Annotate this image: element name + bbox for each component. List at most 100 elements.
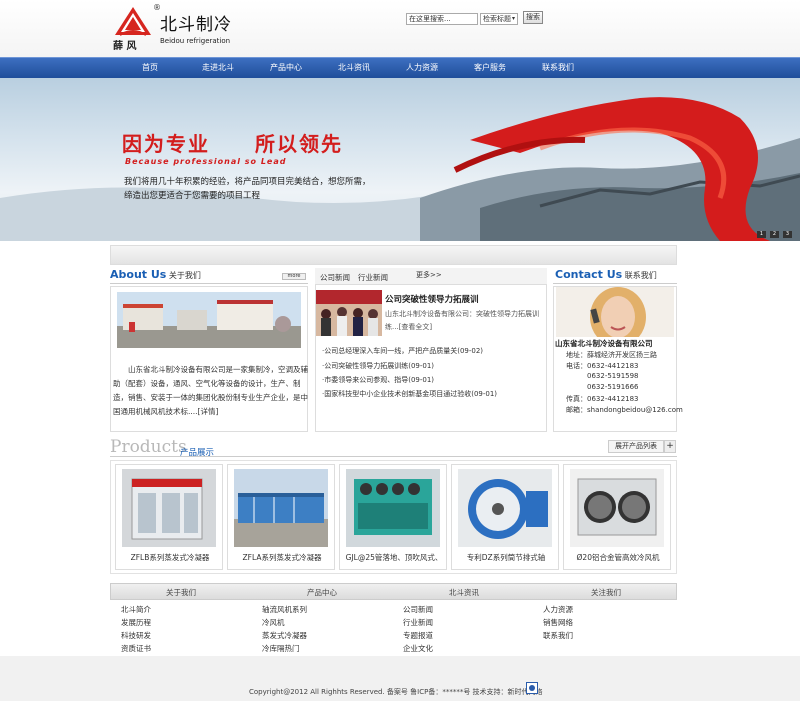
contact-photo bbox=[556, 287, 674, 337]
about-title-cn: 关于我们 bbox=[168, 271, 201, 280]
product-caption: ZFLB系列蒸发式冷凝器 bbox=[130, 553, 210, 562]
product-card[interactable]: ZFLA系列蒸发式冷凝器 bbox=[227, 464, 335, 570]
nav-item-home[interactable]: 首页 bbox=[120, 58, 180, 78]
banner-pager-1[interactable]: 1 bbox=[757, 231, 766, 238]
product-card[interactable]: Ø20铝合金管高效冷风机 bbox=[563, 464, 671, 570]
footer-link[interactable]: 北斗简介 bbox=[121, 604, 151, 615]
plus-icon[interactable]: + bbox=[664, 440, 676, 453]
products-title-en: Products bbox=[110, 437, 187, 457]
contact-title-en: Contact Us bbox=[555, 268, 623, 281]
product-card[interactable]: ZFLB系列蒸发式冷凝器 bbox=[115, 464, 223, 570]
product-image bbox=[346, 469, 440, 547]
search-select-value: 检索标题 bbox=[483, 15, 511, 23]
contact-label: 传真： bbox=[566, 395, 587, 403]
footer-link[interactable]: 冷风机 bbox=[262, 617, 285, 628]
footer-link[interactable]: 资质证书 bbox=[121, 643, 151, 654]
footer-head-about[interactable]: 关于我们 bbox=[111, 587, 251, 598]
police-badge-icon[interactable] bbox=[526, 682, 538, 694]
banner-desc-line2: 缔造出您更适合于您需要的项目工程 bbox=[124, 191, 261, 201]
product-card[interactable]: GJL@25管落地、顶吹风式、 bbox=[339, 464, 447, 570]
product-caption: Ø20铝合金管高效冷风机 bbox=[576, 553, 660, 562]
contact-label: 电话： bbox=[566, 362, 587, 370]
footer-link[interactable]: 人力资源 bbox=[543, 604, 573, 615]
notice-strip bbox=[110, 245, 677, 265]
news-more-link[interactable]: 更多>> bbox=[416, 270, 442, 280]
nav-item-about[interactable]: 走进北斗 bbox=[188, 58, 248, 78]
banner-slogan-a: 因为专业 bbox=[122, 132, 210, 156]
news-headline[interactable]: 公司突破性领导力拓展训 bbox=[385, 293, 479, 305]
footer-head-products[interactable]: 产品中心 bbox=[252, 587, 392, 598]
nav-item-hr[interactable]: 人力资源 bbox=[392, 58, 452, 78]
search-input[interactable] bbox=[406, 13, 478, 25]
footer-link[interactable]: 轴流风机系列 bbox=[262, 604, 307, 615]
contact-value: shandongbeidou@126.com bbox=[587, 406, 683, 414]
hero-banner: 因为专业 所以领先 Because professional so Lead 我… bbox=[0, 78, 800, 241]
divider bbox=[553, 283, 677, 284]
contact-row-phone: 电话：0632-4412183 bbox=[566, 361, 639, 371]
news-item[interactable]: ·公司总经理深入车间一线，严把产品质量关(09-02) bbox=[322, 346, 483, 356]
news-item-date: (09-01) bbox=[471, 390, 498, 398]
copyright-text: Copyright@2012 All Righhts Reserved. 备案号… bbox=[249, 688, 543, 696]
footer-link[interactable]: 发展历程 bbox=[121, 617, 151, 628]
contact-row-phone3: 0632-5191666 bbox=[587, 383, 639, 391]
contact-label: 邮箱： bbox=[566, 406, 587, 414]
chevron-down-icon: ▾ bbox=[511, 15, 515, 22]
banner-desc-line1: 我们将用几十年积累的经验，将产品同项目完美结合，想您所需， bbox=[124, 177, 371, 187]
product-caption: 专利DZ系列筒节排式轴 bbox=[466, 553, 546, 562]
news-headline-photo[interactable] bbox=[316, 290, 382, 336]
about-more-button[interactable]: more bbox=[282, 273, 306, 280]
product-image bbox=[570, 469, 664, 547]
footer-link[interactable]: 蒸发式冷凝器 bbox=[262, 630, 307, 641]
main-nav: 首页 走进北斗 产品中心 北斗资讯 人力资源 客户服务 联系我们 bbox=[0, 57, 800, 78]
product-image bbox=[122, 469, 216, 547]
news-item-date: (09-01) bbox=[408, 376, 435, 384]
about-heading: About Us 关于我们 bbox=[110, 268, 201, 281]
footer-link[interactable]: 联系我们 bbox=[543, 630, 573, 641]
banner-pager-2[interactable]: 2 bbox=[770, 231, 779, 238]
news-item-title: ·公司突破性领导力拓展训练 bbox=[322, 362, 409, 370]
news-item[interactable]: ·公司突破性领导力拓展训练(09-01) bbox=[322, 361, 434, 371]
search-select[interactable]: 检索标题 ▾ bbox=[480, 13, 518, 25]
expand-products-button[interactable]: 展开产品列表 bbox=[608, 440, 664, 453]
banner-slogan-en: Because professional so Lead bbox=[125, 157, 287, 166]
news-item[interactable]: ·市委领导来公司参观、指导(09-01) bbox=[322, 375, 434, 385]
logo-text: 薛 风 bbox=[113, 41, 137, 52]
news-headline-desc1: 山东北斗制冷设备有限公司：突破性领导力拓展训 bbox=[385, 310, 539, 318]
contact-value: 0632-4412183 bbox=[587, 362, 639, 370]
contact-row-fax: 传真：0632-4412183 bbox=[566, 394, 639, 404]
footer-link[interactable]: 专题报道 bbox=[403, 630, 433, 641]
product-image bbox=[234, 469, 328, 547]
footer-link[interactable]: 冷库隔热门 bbox=[262, 643, 300, 654]
contact-company: 山东省北斗制冷设备有限公司 bbox=[555, 339, 653, 348]
news-item[interactable]: ·国家科技型中小企业技术创新基金项目通过验收(09-01) bbox=[322, 389, 497, 399]
nav-item-contact[interactable]: 联系我们 bbox=[528, 58, 588, 78]
product-card[interactable]: 专利DZ系列筒节排式轴 bbox=[451, 464, 559, 570]
divider bbox=[110, 456, 677, 457]
nav-item-news[interactable]: 北斗资讯 bbox=[324, 58, 384, 78]
contact-row-email[interactable]: 邮箱：shandongbeidou@126.com bbox=[566, 405, 683, 415]
about-text-line4[interactable]: 国通用机械风机技术标....[详情] bbox=[113, 406, 218, 417]
footer-link[interactable]: 公司新闻 bbox=[403, 604, 433, 615]
footer-link[interactable]: 科技研发 bbox=[121, 630, 151, 641]
banner-pager-3[interactable]: 3 bbox=[783, 231, 792, 238]
footer-link[interactable]: 销售网络 bbox=[543, 617, 573, 628]
footer-link[interactable]: 企业文化 bbox=[403, 643, 433, 654]
footer-head-follow[interactable]: 关注我们 bbox=[536, 587, 676, 598]
news-item-title: ·公司总经理深入车间一线，严把产品质量关 bbox=[322, 347, 458, 355]
tab-company-news[interactable]: 公司新闻 bbox=[320, 272, 350, 283]
contact-title-cn: 联系我们 bbox=[624, 271, 657, 280]
search-button[interactable]: 搜索 bbox=[523, 11, 543, 24]
news-headline-desc2[interactable]: 练...[查看全文] bbox=[385, 322, 432, 332]
contact-row-phone2: 0632-5191598 bbox=[587, 372, 639, 380]
footer-head-news[interactable]: 北斗资讯 bbox=[394, 587, 534, 598]
footer-link[interactable]: 行业新闻 bbox=[403, 617, 433, 628]
tab-industry-news[interactable]: 行业新闻 bbox=[358, 272, 388, 283]
nav-item-service[interactable]: 客户服务 bbox=[460, 58, 520, 78]
nav-item-products[interactable]: 产品中心 bbox=[256, 58, 316, 78]
product-caption: ZFLA系列蒸发式冷凝器 bbox=[242, 553, 322, 562]
banner-illustration bbox=[0, 97, 800, 241]
about-text-line1: 山东省北斗制冷设备有限公司是一家集制冷，空调及辅 bbox=[113, 365, 308, 374]
product-caption: GJL@25管落地、顶吹风式、 bbox=[345, 553, 443, 562]
brand-name-cn[interactable]: 北斗制冷 bbox=[160, 10, 232, 35]
company-photo[interactable] bbox=[117, 292, 301, 348]
